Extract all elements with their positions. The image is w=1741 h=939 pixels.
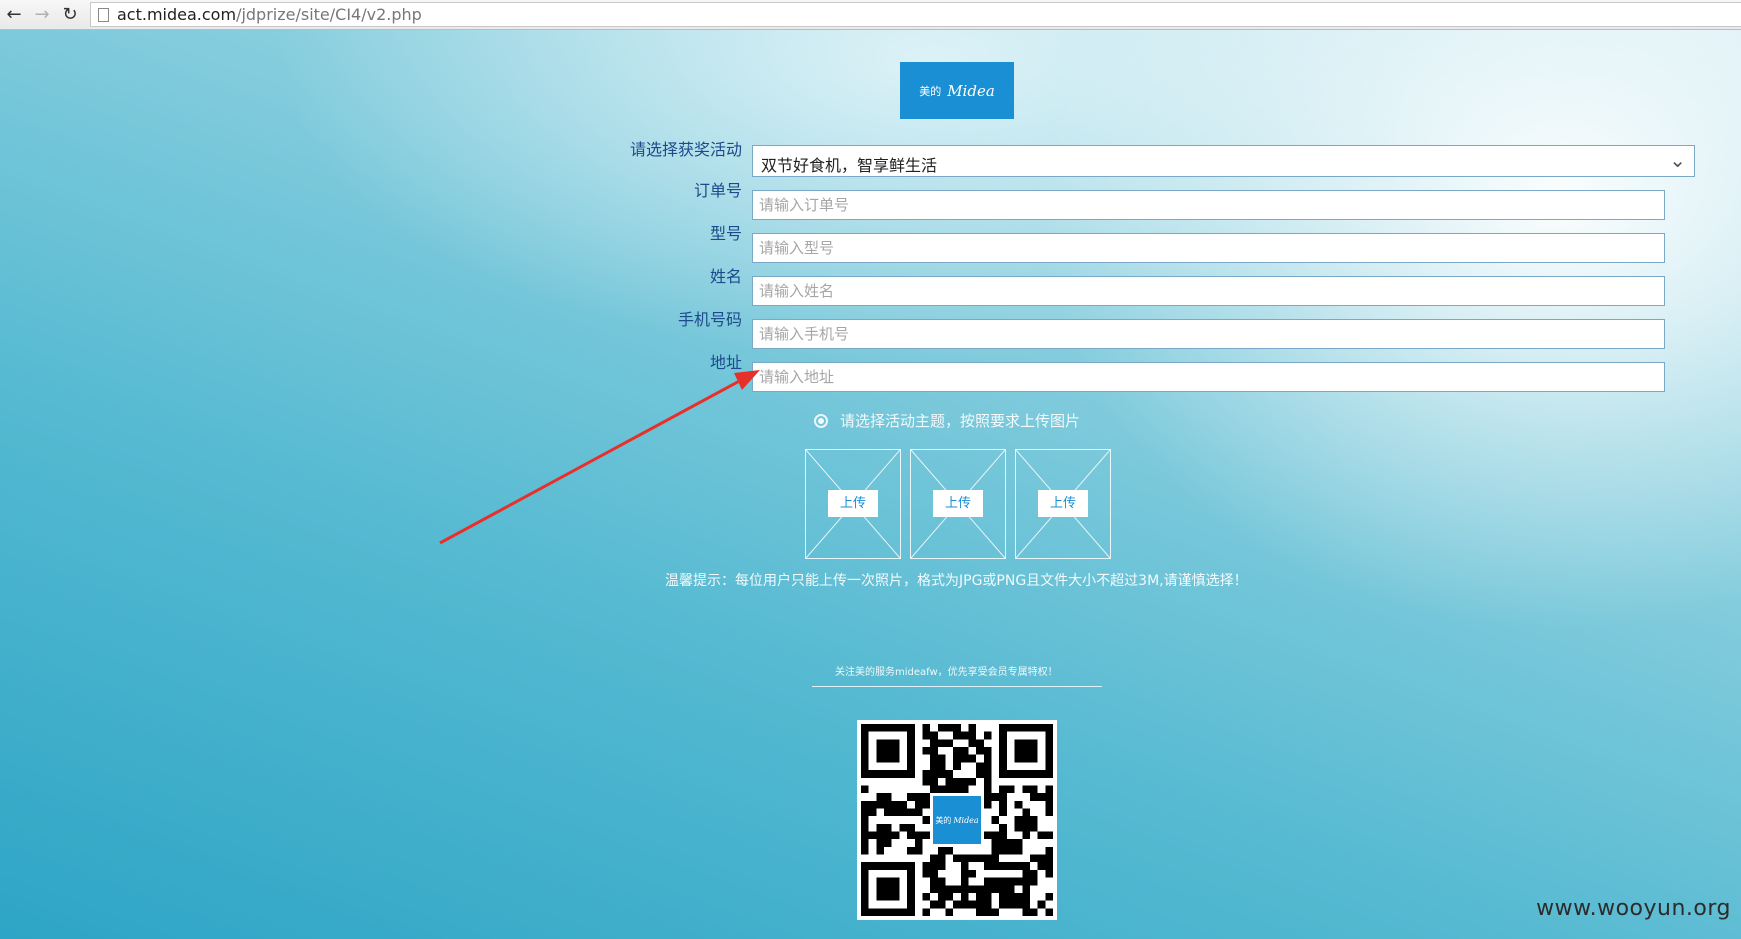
qr-logo-en: Midea [953, 815, 979, 825]
phone-input[interactable] [752, 319, 1665, 349]
theme-radio[interactable] [814, 413, 828, 428]
browser-toolbar: ← → ↻ act.midea.com/jdprize/site/CI4/v2.… [0, 0, 1741, 30]
activity-select[interactable]: 双节好食机，智享鲜生活 ⌄ [752, 145, 1695, 177]
address-bar[interactable]: act.midea.com/jdprize/site/CI4/v2.php [90, 2, 1741, 27]
theme-radio-row[interactable]: 请选择活动主题，按照要求上传图片 [814, 410, 1080, 431]
order-label: 订单号 [693, 181, 742, 200]
phone-label: 手机号码 [677, 310, 742, 329]
model-label: 型号 [709, 224, 742, 243]
upload-hint: 温馨提示：每位用户只能上传一次照片，格式为JPG或PNG且文件大小不超过3M,请… [665, 573, 1248, 589]
url-domain: act.midea.com [117, 5, 237, 24]
activity-select-value: 双节好食机，智享鲜生活 [761, 156, 938, 175]
model-input[interactable] [752, 233, 1665, 263]
divider [812, 686, 1102, 687]
qr-code: 美的 Midea [857, 720, 1057, 920]
upload-slot-1[interactable]: 上传 [805, 449, 901, 559]
upload-slot-2[interactable]: 上传 [910, 449, 1006, 559]
name-input[interactable] [752, 276, 1665, 306]
qr-logo-cn: 美的 [935, 815, 952, 825]
page-content: 美的 Midea 请选择获奖活动 双节好食机，智享鲜生活 ⌄ 订单号 型号 姓名… [0, 30, 1741, 939]
follow-text: 关注美的服务mideafw，优先享受会员专属特权！ [835, 667, 1058, 678]
chevron-down-icon: ⌄ [1669, 148, 1686, 172]
address-label: 地址 [709, 353, 742, 372]
reload-icon[interactable]: ↻ [58, 3, 82, 27]
midea-logo: 美的 Midea [900, 62, 1014, 119]
upload-slot-3[interactable]: 上传 [1015, 449, 1111, 559]
url-path: /jdprize/site/CI4/v2.php [236, 5, 422, 24]
logo-en-text: Midea [947, 81, 995, 100]
url-text: act.midea.com/jdprize/site/CI4/v2.php [117, 5, 422, 24]
activity-label: 请选择获奖活动 [629, 140, 742, 159]
upload-button-1[interactable]: 上传 [828, 490, 878, 517]
theme-radio-label: 请选择活动主题，按照要求上传图片 [840, 412, 1081, 430]
logo-cn-text: 美的 [919, 84, 942, 98]
forward-arrow-icon[interactable]: → [30, 3, 54, 27]
upload-button-3[interactable]: 上传 [1038, 490, 1088, 517]
address-input[interactable] [752, 362, 1665, 392]
qr-center-logo: 美的 Midea [930, 793, 984, 847]
back-arrow-icon[interactable]: ← [2, 3, 26, 27]
upload-button-2[interactable]: 上传 [933, 490, 983, 517]
page-icon [98, 8, 109, 22]
order-input[interactable] [752, 190, 1665, 220]
watermark: www.wooyun.org [1536, 896, 1731, 921]
name-label: 姓名 [709, 267, 742, 286]
